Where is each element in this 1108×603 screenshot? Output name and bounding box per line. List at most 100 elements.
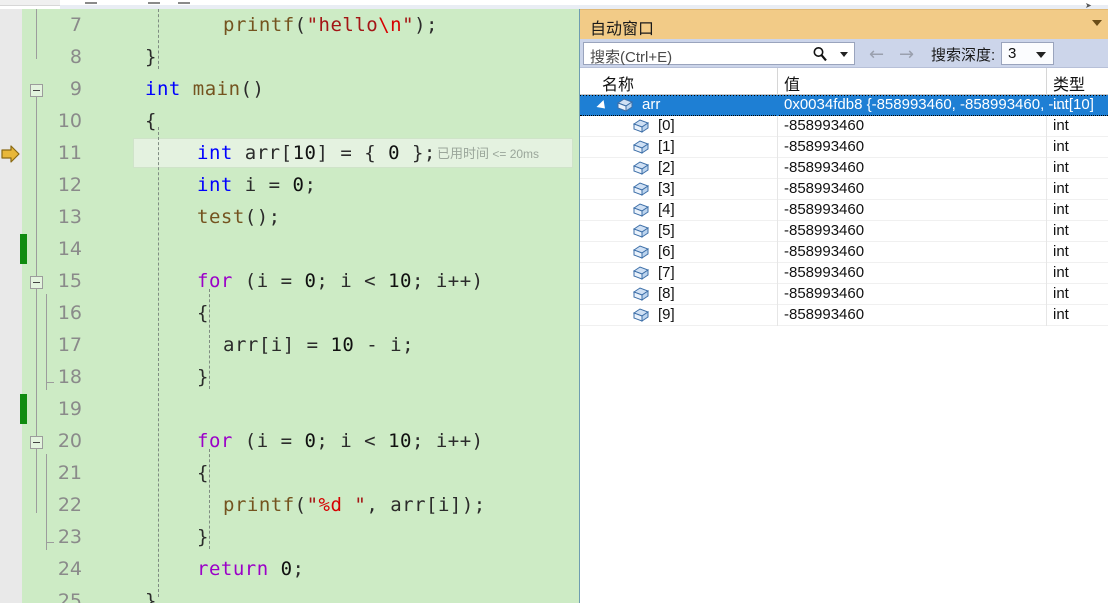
variable-type-cell[interactable]: int xyxy=(1053,138,1069,155)
code-line[interactable]: 7 printf("hello\n"); xyxy=(0,9,579,41)
table-row[interactable]: arr 0x0034fdb8 {-858993460, -858993460, -… xyxy=(580,95,1108,116)
code-text: { xyxy=(197,462,209,484)
table-row[interactable]: [0] -858993460 int xyxy=(580,116,1108,137)
variable-type-cell[interactable]: int[10] xyxy=(1053,96,1094,113)
search-back-arrow-icon[interactable]: ← xyxy=(869,44,884,65)
autos-variable-list[interactable]: arr 0x0034fdb8 {-858993460, -858993460, -… xyxy=(580,95,1108,603)
variable-name-cell[interactable]: [1] xyxy=(658,138,675,155)
variable-type-cell[interactable]: int xyxy=(1053,222,1069,239)
column-header-name[interactable]: 名称 xyxy=(602,71,634,95)
line-number: 12 xyxy=(57,174,82,196)
code-line[interactable]: 20 for (i = 0; i < 10; i++) xyxy=(0,425,579,457)
search-icon[interactable] xyxy=(812,46,828,62)
code-line[interactable]: 16 { xyxy=(0,297,579,329)
line-number: 10 xyxy=(57,110,82,132)
search-input[interactable]: 搜索(Ctrl+E) xyxy=(583,42,855,66)
variable-name-cell[interactable]: [0] xyxy=(658,117,675,134)
row-column-divider xyxy=(777,305,778,326)
code-line[interactable]: 19 xyxy=(0,393,579,425)
code-line[interactable]: 23} xyxy=(0,521,579,553)
search-depth-value: 3 xyxy=(1008,45,1017,62)
code-line[interactable]: 14 xyxy=(0,233,579,265)
table-row[interactable]: [4] -858993460 int xyxy=(580,200,1108,221)
variable-value-cell[interactable]: -858993460 xyxy=(784,222,864,239)
expander-triangle-icon[interactable] xyxy=(596,99,609,113)
variable-name-cell[interactable]: arr xyxy=(642,96,660,113)
table-row[interactable]: [2] -858993460 int xyxy=(580,158,1108,179)
code-line[interactable]: 18} xyxy=(0,361,579,393)
variable-value-cell[interactable]: -858993460 xyxy=(784,159,864,176)
variable-type-cell[interactable]: int xyxy=(1053,117,1069,134)
column-divider-1[interactable] xyxy=(777,68,778,95)
variable-type-cell[interactable]: int xyxy=(1053,306,1069,323)
code-text: { xyxy=(145,110,157,132)
variable-value-cell[interactable]: 0x0034fdb8 {-858993460, -858993460, -... xyxy=(784,96,1066,113)
code-line[interactable]: 10 { xyxy=(0,105,579,137)
variable-type-cell[interactable]: int xyxy=(1053,159,1069,176)
table-row[interactable]: [5] -858993460 int xyxy=(580,221,1108,242)
variable-name-cell[interactable]: [2] xyxy=(658,159,675,176)
variable-value-cell[interactable]: -858993460 xyxy=(784,117,864,134)
variable-name-cell[interactable]: [4] xyxy=(658,201,675,218)
variable-name-cell[interactable]: [5] xyxy=(658,222,675,239)
code-text: for (i = 0; i < 10; i++) xyxy=(197,430,484,452)
variable-value-cell[interactable]: -858993460 xyxy=(784,306,864,323)
code-line[interactable]: 9 int main() xyxy=(0,73,579,105)
variable-type-cell[interactable]: int xyxy=(1053,243,1069,260)
row-column-divider xyxy=(1046,263,1047,284)
variable-type-cell[interactable]: int xyxy=(1053,201,1069,218)
chevron-down-icon[interactable] xyxy=(1036,52,1046,58)
variable-value-cell[interactable]: -858993460 xyxy=(784,243,864,260)
chrome-dash-2 xyxy=(148,2,160,4)
variable-name-cell[interactable]: [9] xyxy=(658,306,675,323)
search-depth-select[interactable]: 3 xyxy=(1001,42,1054,65)
table-row[interactable]: [6] -858993460 int xyxy=(580,242,1108,263)
variable-name-cell[interactable]: [3] xyxy=(658,180,675,197)
variable-name-cell[interactable]: [7] xyxy=(658,264,675,281)
table-row[interactable]: [3] -858993460 int xyxy=(580,179,1108,200)
autos-title-bar[interactable]: 自动窗口 xyxy=(580,9,1108,39)
variable-value-cell[interactable]: -858993460 xyxy=(784,201,864,218)
line-number: 11 xyxy=(57,142,82,164)
variable-type-cell[interactable]: int xyxy=(1053,264,1069,281)
variable-box-icon xyxy=(632,160,650,177)
variable-value-cell[interactable]: -858993460 xyxy=(784,285,864,302)
elapsed-time-annotation: 已用时间 <= 20ms xyxy=(437,138,539,170)
table-row[interactable]: [1] -858993460 int xyxy=(580,137,1108,158)
variable-type-cell[interactable]: int xyxy=(1053,285,1069,302)
column-header-value[interactable]: 值 xyxy=(784,71,800,95)
row-column-divider xyxy=(777,263,778,284)
chevron-down-icon[interactable] xyxy=(1092,20,1102,26)
variable-name-cell[interactable]: [6] xyxy=(658,243,675,260)
row-column-divider xyxy=(777,116,778,137)
variable-box-icon xyxy=(632,202,650,219)
code-editor[interactable]: 7 printf("hello\n"); 8} 9 int main() 10 {11 int… xyxy=(0,9,579,603)
code-line[interactable]: 17 arr[i] = 10 - i; xyxy=(0,329,579,361)
code-text: } xyxy=(197,526,209,548)
code-text: arr[i] = 10 - i; xyxy=(223,334,415,356)
code-line[interactable]: 15 for (i = 0; i < 10; i++) xyxy=(0,265,579,297)
code-line[interactable]: 24 return 0; xyxy=(0,553,579,585)
table-row[interactable]: [9] -858993460 int xyxy=(580,305,1108,326)
variable-value-cell[interactable]: -858993460 xyxy=(784,180,864,197)
variable-name-cell[interactable]: [8] xyxy=(658,285,675,302)
code-line[interactable]: 25} xyxy=(0,585,579,603)
table-row[interactable]: [7] -858993460 int xyxy=(580,263,1108,284)
variable-value-cell[interactable]: -858993460 xyxy=(784,264,864,281)
column-header-type[interactable]: 类型 xyxy=(1053,71,1085,95)
code-line[interactable]: 21 { xyxy=(0,457,579,489)
code-line[interactable]: 22 printf("%d ", arr[i]); xyxy=(0,489,579,521)
search-forward-arrow-icon[interactable]: → xyxy=(899,44,914,65)
row-column-divider xyxy=(1046,221,1047,242)
table-row[interactable]: [8] -858993460 int xyxy=(580,284,1108,305)
row-column-divider xyxy=(777,200,778,221)
column-divider-2[interactable] xyxy=(1046,68,1047,95)
search-placeholder: 搜索(Ctrl+E) xyxy=(590,49,673,66)
code-line[interactable]: 13 test(); xyxy=(0,201,579,233)
code-line[interactable]: 8} xyxy=(0,41,579,73)
line-number: 20 xyxy=(57,430,82,452)
variable-type-cell[interactable]: int xyxy=(1053,180,1069,197)
search-options-dropdown-icon[interactable] xyxy=(835,45,852,62)
code-line[interactable]: 12 int i = 0; xyxy=(0,169,579,201)
variable-value-cell[interactable]: -858993460 xyxy=(784,138,864,155)
